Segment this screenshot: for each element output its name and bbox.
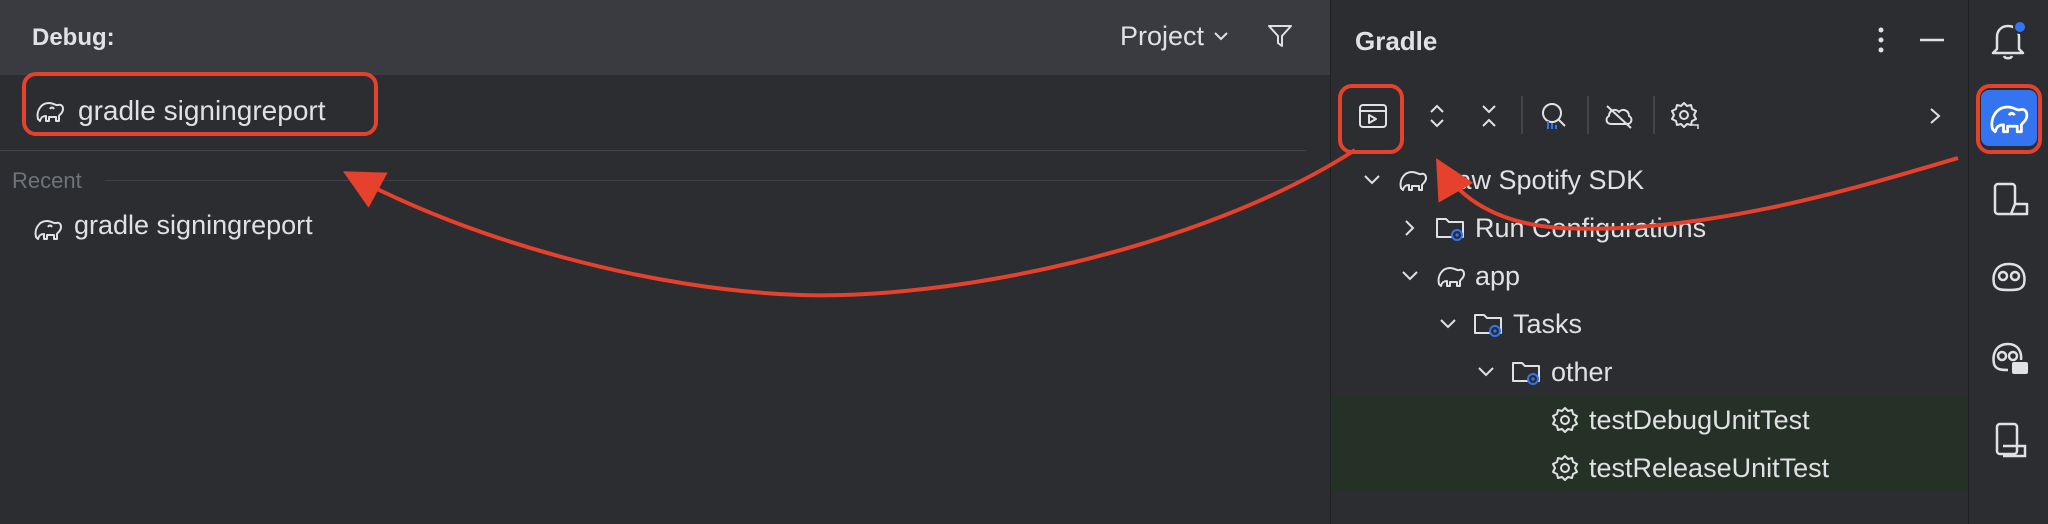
tree-node-app[interactable]: app <box>1397 256 1520 296</box>
more-options-button[interactable] <box>1869 24 1893 56</box>
copilot-chat-icon <box>1992 342 2028 374</box>
gradle-settings-button[interactable] <box>1665 96 1705 136</box>
device-manager-button[interactable] <box>1985 176 2033 224</box>
gradle-title: Gradle <box>1355 26 1438 56</box>
offline-mode-icon <box>1605 105 1633 129</box>
tree-node-project[interactable]: Raw Spotify SDK <box>1359 160 1644 200</box>
running-devices-button[interactable] <box>1985 416 2033 464</box>
tree-node-label: Tasks <box>1513 308 1583 339</box>
project-scope-dropdown[interactable]: Project <box>1120 18 1230 54</box>
copilot-chat-button[interactable] <box>1985 334 2033 382</box>
minimize-icon <box>1920 38 1944 42</box>
gradle-elephant-icon <box>1437 267 1465 287</box>
folder-gear-icon <box>1512 362 1540 385</box>
tree-node-run-configurations[interactable]: Run Configurations <box>1397 208 1706 248</box>
run-task-highlight-box <box>1338 84 1404 154</box>
vertical-dots-icon <box>1878 27 1884 53</box>
recent-section-label: Recent <box>12 168 82 193</box>
offline-mode-button[interactable] <box>1599 96 1639 136</box>
tree-node-task[interactable]: testDebugUnitTest <box>1549 400 1810 440</box>
tree-node-task[interactable]: testReleaseUnitTest <box>1549 448 1829 488</box>
notifications-button[interactable] <box>1985 16 2033 64</box>
project-scope-label: Project <box>1120 20 1205 51</box>
search-highlight-box <box>22 72 378 136</box>
tree-node-other[interactable]: other <box>1473 352 1613 392</box>
gemini-button[interactable] <box>1985 252 2033 300</box>
toolbar-separator <box>1521 96 1523 134</box>
recent-item-label: gradle signingreport <box>74 210 313 240</box>
gradle-tool-window: Gradle Raw Spotify SDK Run Configuration… <box>1330 0 1969 524</box>
hide-panel-button[interactable] <box>1917 24 1947 56</box>
divider <box>0 150 1306 151</box>
running-devices-icon <box>1995 422 2027 458</box>
debug-label: Debug: <box>32 24 115 51</box>
collapse-all-button[interactable] <box>1469 96 1509 136</box>
filter-button[interactable] <box>1262 18 1298 54</box>
device-manager-icon <box>1993 182 2029 216</box>
tree-node-label: testDebugUnitTest <box>1589 404 1810 435</box>
gradle-elephant-icon <box>1399 171 1427 191</box>
expand-all-button[interactable] <box>1417 96 1457 136</box>
tree-node-label: app <box>1475 260 1521 291</box>
filter-icon <box>1268 25 1292 47</box>
chevron-down-icon <box>1478 367 1494 377</box>
chevron-right-icon <box>1930 108 1941 124</box>
chevron-down-icon <box>1402 271 1418 281</box>
run-anything-header: Debug: Project <box>0 0 1330 75</box>
notifications-icon <box>1991 20 2027 60</box>
tree-node-label: Run Configurations <box>1475 212 1707 243</box>
chevron-right-icon <box>1405 220 1415 236</box>
analyze-dependencies-icon <box>1542 103 1566 129</box>
gradle-settings-icon <box>1671 102 1699 129</box>
expand-all-icon <box>1430 104 1444 128</box>
gradle-elephant-icon <box>34 220 62 240</box>
tree-node-tasks[interactable]: Tasks <box>1435 304 1582 344</box>
folder-gear-icon <box>1436 218 1464 241</box>
chevron-down-icon <box>1364 175 1380 185</box>
analyze-dependencies-button[interactable] <box>1533 96 1573 136</box>
gear-icon <box>1552 407 1578 433</box>
divider <box>105 180 1305 181</box>
chevron-down-icon <box>1214 32 1228 41</box>
tree-node-label: Raw Spotify SDK <box>1437 164 1645 195</box>
gear-icon <box>1552 455 1578 481</box>
more-toolbar-button[interactable] <box>1915 96 1955 136</box>
tree-node-label: other <box>1551 356 1613 387</box>
folder-gear-icon <box>1474 314 1502 337</box>
gradle-tool-highlight-box <box>1976 84 2042 154</box>
gemini-icon <box>1992 262 2026 292</box>
toolbar-separator <box>1587 96 1589 134</box>
toolbar-separator <box>1653 96 1655 134</box>
tree-node-label: testReleaseUnitTest <box>1589 452 1830 483</box>
chevron-down-icon <box>1440 319 1456 329</box>
right-tool-strip <box>1968 0 2048 524</box>
collapse-all-icon <box>1482 105 1496 127</box>
